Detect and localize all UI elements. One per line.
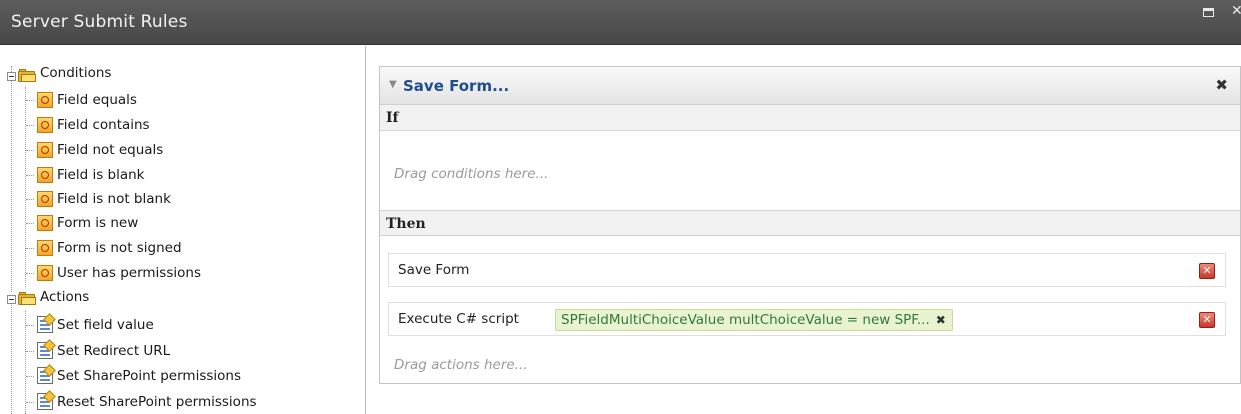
tree-item-field-contains[interactable]: Field contains (0, 114, 360, 136)
conditions-drop-hint: Drag conditions here... (394, 166, 549, 182)
condition-icon (37, 117, 53, 133)
collapse-toggle-icon[interactable] (7, 295, 16, 304)
action-icon (37, 342, 53, 359)
tree-item-label: Field contains (57, 117, 150, 133)
delete-action-icon[interactable]: ✕ (1199, 312, 1215, 328)
script-chip[interactable]: SPFieldMultiChoiceValue multChoiceValue … (555, 309, 953, 331)
action-icon (37, 393, 53, 410)
tree-item-field-is-blank[interactable]: Field is blank (0, 164, 360, 186)
remove-chip-icon[interactable]: ✖ (936, 313, 946, 327)
condition-icon (37, 265, 53, 281)
close-window-icon[interactable]: ✕ (1231, 3, 1241, 19)
tree-item-label: Form is not signed (57, 240, 182, 256)
script-chip-text: SPFieldMultiChoiceValue multChoiceValue … (561, 312, 930, 328)
action-row-save-form[interactable]: Save Form ✕ (388, 253, 1226, 287)
collapse-toggle-icon[interactable] (7, 72, 16, 81)
tree-item-label: Form is new (57, 215, 139, 231)
rule-header[interactable]: ▼ Save Form... ✖ (380, 67, 1240, 105)
tree-item-label: User has permissions (57, 265, 201, 281)
tree-item-field-is-not-blank[interactable]: Field is not blank (0, 188, 360, 210)
action-icon (37, 367, 53, 384)
tree-item-set-redirect-url[interactable]: Set Redirect URL (0, 340, 360, 362)
tree-item-label: Set SharePoint permissions (57, 368, 241, 384)
actions-drop-hint: Drag actions here... (394, 357, 528, 373)
tree-item-field-equals[interactable]: Field equals (0, 89, 360, 111)
maximize-icon[interactable] (1203, 8, 1214, 17)
tree-item-label: Field equals (57, 92, 137, 108)
actions-dropzone[interactable]: Drag actions here... (380, 347, 1240, 383)
window-title: Server Submit Rules (11, 12, 188, 32)
tree-item-field-not-equals[interactable]: Field not equals (0, 139, 360, 161)
then-section-label: Then (380, 210, 1240, 236)
tree-item-label: Set Redirect URL (57, 343, 171, 359)
tree-item-user-has-permissions[interactable]: User has permissions (0, 262, 360, 284)
tree-item-label: Field is not blank (57, 191, 171, 207)
tree-item-form-is-new[interactable]: Form is new (0, 212, 360, 234)
close-rule-icon[interactable]: ✖ (1215, 76, 1228, 94)
if-section-label: If (380, 105, 1240, 131)
tree-item-set-sharepoint-permissions[interactable]: Set SharePoint permissions (0, 365, 360, 387)
action-icon (37, 316, 53, 333)
condition-icon (37, 215, 53, 231)
window-titlebar: Server Submit Rules ✕ (0, 0, 1241, 45)
rule-panel: ▼ Save Form... ✖ If Drag conditions here… (379, 66, 1241, 384)
action-row-execute-script[interactable]: Execute C# script SPFieldMultiChoiceValu… (388, 302, 1226, 336)
collapse-caret-icon[interactable]: ▼ (389, 79, 397, 90)
tree-group-actions[interactable]: Actions (0, 289, 360, 311)
tree-item-form-is-not-signed[interactable]: Form is not signed (0, 237, 360, 259)
tree-group-label: Conditions (40, 65, 112, 81)
rule-elements-tree: Conditions Field equals Field contains F… (0, 46, 366, 414)
rule-title[interactable]: Save Form... (403, 77, 509, 95)
tree-item-label: Set field value (57, 317, 154, 333)
folder-open-icon (18, 69, 36, 82)
tree-item-reset-sharepoint-permissions[interactable]: Reset SharePoint permissions (0, 391, 360, 413)
folder-open-icon (18, 292, 36, 305)
tree-item-label: Field not equals (57, 142, 164, 158)
condition-icon (37, 142, 53, 158)
condition-icon (37, 167, 53, 183)
condition-icon (37, 92, 53, 108)
condition-icon (37, 240, 53, 256)
delete-action-icon[interactable]: ✕ (1199, 263, 1215, 279)
action-label: Execute C# script (398, 311, 519, 327)
tree-group-label: Actions (40, 289, 90, 305)
tree-item-set-field-value[interactable]: Set field value (0, 314, 360, 336)
tree-item-label: Reset SharePoint permissions (57, 394, 257, 410)
tree-item-label: Field is blank (57, 167, 145, 183)
conditions-dropzone[interactable]: Drag conditions here... (380, 132, 1240, 210)
condition-icon (37, 191, 53, 207)
action-label: Save Form (398, 262, 470, 278)
tree-group-conditions[interactable]: Conditions (0, 65, 360, 87)
